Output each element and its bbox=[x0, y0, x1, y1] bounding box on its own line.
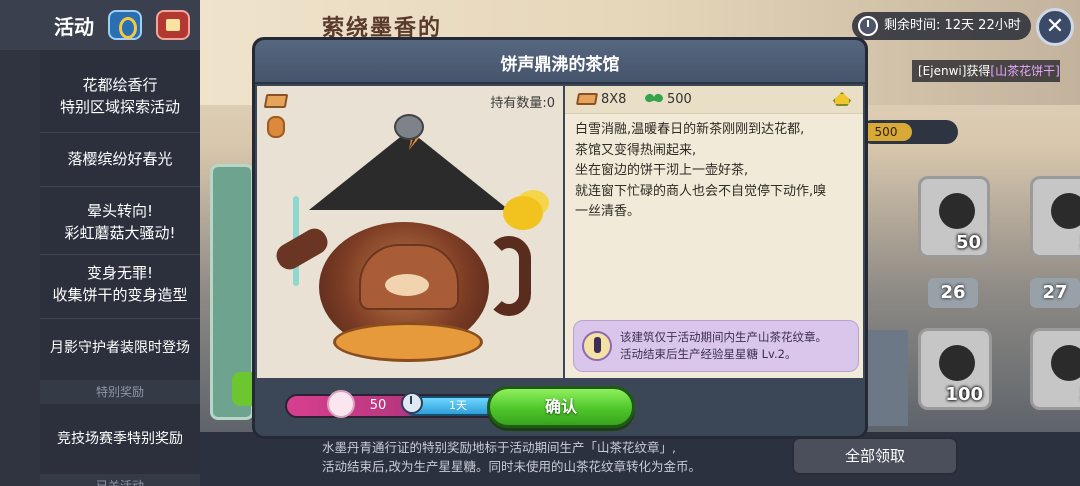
divider bbox=[40, 186, 200, 187]
teapot-handle bbox=[487, 236, 531, 316]
sidebar-item-label: 彩虹蘑菇大骚动! bbox=[64, 224, 176, 242]
owned-count: 持有数量:0 bbox=[490, 96, 555, 111]
building-story: 白雪消融,温暖春日的新茶刚刚到达花都, 茶馆又变得热闹起来, 坐在窗边的饼干沏上… bbox=[575, 120, 857, 223]
sidebar-item-moon-guardian[interactable]: 月影守护者装限时登场 bbox=[40, 337, 200, 359]
story-line: 茶馆又变得热闹起来, bbox=[575, 142, 697, 158]
teapot-lid-knob bbox=[394, 114, 424, 140]
reward-tile[interactable]: 50 bbox=[918, 176, 990, 258]
building-info-dialog: 饼声鼎沸的茶馆 持有数量:0 50 1天 8X8 500 白雪消融,温暖春日的新… bbox=[252, 37, 868, 439]
remaining-time-badge: 剩余时间: 12天 22小时 bbox=[852, 12, 1031, 40]
reward-notice: [Ejenwi]获得[山茶花饼干] bbox=[912, 60, 1060, 82]
pass-description: 水墨丹青通行证的特别奖励地标于活动期间生产「山茶花纹章」, 活动结束后,改为生产… bbox=[322, 438, 701, 476]
dialog-title: 饼声鼎沸的茶馆 bbox=[500, 55, 620, 75]
reward-tile-count: 100 bbox=[945, 384, 983, 405]
production-note-line: 活动结束后生产经验星星糖 Lv.2。 bbox=[620, 347, 797, 361]
sidebar-item-label: 竞技场赛季特别奖励 bbox=[57, 431, 183, 447]
sidebar-item-label: 变身无罪! bbox=[86, 264, 153, 282]
tier-badge: 27 bbox=[1030, 278, 1080, 308]
yellow-flowers bbox=[503, 196, 543, 230]
section-header-special-rewards: 特别奖励 bbox=[40, 380, 200, 404]
section-header-ended-events: 已关活动 bbox=[40, 474, 200, 486]
sidebar-item-label: 月影守护者装限时登场 bbox=[50, 340, 190, 356]
sidebar-item-label: 特别区域探索活动 bbox=[59, 98, 180, 116]
pass-description-line: 水墨丹青通行证的特别奖励地标于活动期间生产「山茶花纹章」, bbox=[322, 440, 676, 455]
sidebar-item-flower-exploration[interactable]: 花都绘香行 特别区域探索活动 bbox=[40, 74, 200, 118]
sidebar-title: 活动 bbox=[54, 15, 94, 39]
reward-item-icon bbox=[1051, 193, 1080, 229]
reward-tile-locked[interactable]: 100 bbox=[918, 328, 992, 410]
clock-icon bbox=[858, 16, 878, 36]
story-line: 白雪消融,温暖春日的新茶刚刚到达花都, bbox=[575, 122, 805, 137]
story-line: 坐在窗边的饼干沏上一壶好茶, bbox=[575, 163, 749, 178]
production-note-text: 该建筑仅于活动期间内生产山茶花纹章。 活动结束后生产经验星星糖 Lv.2。 bbox=[620, 329, 827, 363]
confirm-button[interactable]: 确认 bbox=[487, 386, 635, 428]
pass-description-line: 活动结束后,改为生产星星糖。同时未使用的山茶花纹章转化为金币。 bbox=[322, 459, 701, 474]
production-note-line: 该建筑仅于活动期间内生产山茶花纹章。 bbox=[620, 330, 827, 344]
event-sidebar: 活动 花都绘香行 特别区域探索活动 落樱缤纷好春光 晕头转向! 彩虹蘑菇大骚动!… bbox=[0, 0, 200, 486]
reward-item-icon bbox=[1051, 345, 1080, 381]
building-details: 8X8 500 白雪消融,温暖春日的新茶刚刚到达花都, 茶馆又变得热闹起来, 坐… bbox=[565, 86, 863, 378]
kingdom-points: 500 bbox=[667, 92, 692, 107]
story-line: 就连窗下忙碌的商人也会不自觉停下动作,嗅 bbox=[575, 183, 827, 199]
reward-tile-locked[interactable]: 5 bbox=[1030, 328, 1080, 410]
notice-prefix: [Ejenwi]获得 bbox=[918, 64, 991, 78]
pass-card-button[interactable] bbox=[232, 372, 254, 406]
sidebar-item-transformation[interactable]: 变身无罪! 收集饼干的变身造型 bbox=[40, 262, 200, 306]
claim-all-button[interactable]: 全部领取 bbox=[792, 437, 958, 475]
close-button[interactable]: ✕ bbox=[1036, 8, 1074, 46]
notice-item: [山茶花饼干] bbox=[990, 64, 1060, 78]
building-stats: 8X8 500 bbox=[565, 86, 863, 114]
cookie-icon bbox=[267, 116, 285, 138]
production-amount: 50 bbox=[369, 398, 387, 413]
gift-icon[interactable] bbox=[156, 10, 190, 40]
reward-item-icon bbox=[939, 193, 975, 229]
sidebar-item-cherry-blossom[interactable]: 落樱缤纷好春光 bbox=[40, 148, 200, 170]
event-map-icon[interactable] bbox=[108, 10, 142, 40]
divider bbox=[40, 254, 200, 255]
sprout-icon bbox=[645, 94, 663, 106]
pass-progress-bar: 500 bbox=[860, 120, 958, 144]
dialog-header: 饼声鼎沸的茶馆 bbox=[255, 40, 865, 84]
sidebar-item-label: 落樱缤纷好春光 bbox=[67, 150, 173, 168]
tile-size-icon bbox=[263, 94, 289, 108]
tea-table bbox=[385, 274, 429, 296]
locked-column bbox=[866, 330, 908, 426]
tile-size-icon bbox=[575, 93, 599, 105]
sidebar-item-arena-rewards[interactable]: 竞技场赛季特别奖励 bbox=[40, 428, 200, 450]
reward-item-icon bbox=[939, 345, 975, 381]
teapot-umbrella-roof bbox=[309, 130, 509, 210]
clock-icon bbox=[401, 392, 423, 414]
remaining-time-text: 剩余时间: 12天 22小时 bbox=[884, 18, 1021, 33]
level-up-icon bbox=[833, 92, 851, 106]
sidebar-item-rainbow-mushroom[interactable]: 晕头转向! 彩虹蘑菇大骚动! bbox=[40, 200, 200, 244]
production-note: 该建筑仅于活动期间内生产山茶花纹章。 活动结束后生产经验星星糖 Lv.2。 bbox=[573, 320, 859, 372]
production-time: 1天 bbox=[449, 399, 467, 412]
divider bbox=[40, 318, 200, 319]
lollipop-icon bbox=[582, 331, 612, 361]
teapot-base bbox=[333, 322, 483, 362]
story-line: 一丝清香。 bbox=[575, 204, 641, 219]
building-preview: 持有数量:0 50 1天 bbox=[257, 86, 563, 418]
sidebar-item-label: 花都绘香行 bbox=[82, 76, 158, 94]
sidebar-item-label: 收集饼干的变身造型 bbox=[52, 286, 188, 304]
reward-tile[interactable]: 5 bbox=[1030, 176, 1080, 258]
tier-badge: 26 bbox=[928, 278, 978, 308]
building-size: 8X8 bbox=[601, 92, 627, 107]
camellia-flower-icon bbox=[327, 390, 355, 418]
reward-tile-count: 50 bbox=[955, 232, 981, 253]
sidebar-item-label: 晕头转向! bbox=[86, 202, 153, 220]
divider bbox=[40, 132, 200, 133]
